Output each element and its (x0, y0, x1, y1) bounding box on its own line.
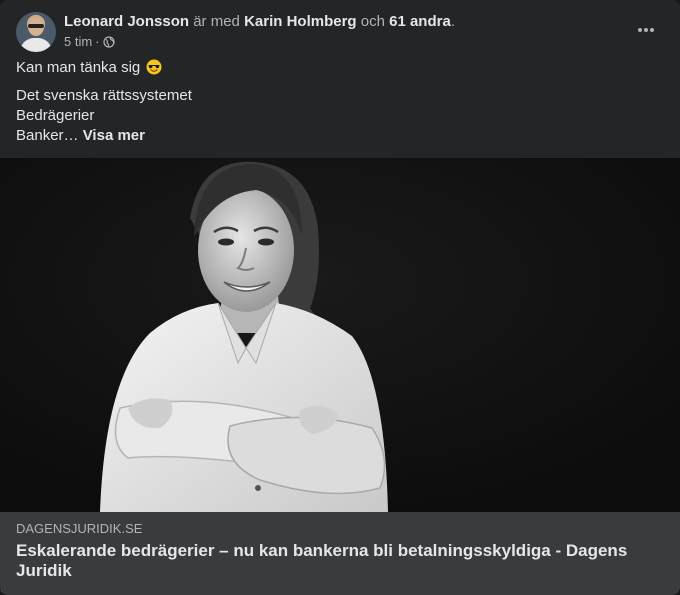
post-text-line1: Kan man tänka sig (16, 59, 141, 76)
focus-indicator (0, 591, 2, 595)
more-options-icon[interactable] (632, 20, 660, 40)
post-meta: 5 tim · (64, 34, 115, 50)
link-title[interactable]: Eskalerande bedrägerier – nu kan bankern… (16, 541, 656, 581)
globe-icon[interactable] (102, 36, 115, 48)
post-text: Kan man tänka sig Det svenska rättssyste… (16, 58, 664, 146)
period-text: . (450, 13, 455, 30)
avatar-shirt (20, 38, 52, 52)
link-preview-image[interactable] (0, 158, 680, 512)
smiling-face-with-sunglasses-icon (146, 59, 162, 75)
avatar-sunglasses (28, 24, 44, 28)
and-text: och (360, 13, 385, 30)
post-text-line: Kan man tänka sig (16, 58, 664, 78)
post-attribution: Leonard Jonsson är med Karin Holmberg oc… (64, 12, 455, 32)
meta-separator: · (95, 34, 100, 49)
portrait-photo (0, 158, 680, 512)
post-text-line2: Det svenska rättssystemet (16, 87, 192, 104)
author-name-link[interactable]: Leonard Jonsson (64, 13, 189, 30)
post-header: Leonard Jonsson är med Karin Holmberg oc… (16, 12, 664, 52)
post-text-line4: Banker… (16, 127, 79, 144)
author-avatar[interactable] (16, 12, 56, 52)
tagged-person-link[interactable]: Karin Holmberg (244, 13, 357, 30)
link-preview-card[interactable]: DAGENSJURIDIK.SE Eskalerande bedrägerier… (0, 512, 680, 595)
see-more-link[interactable]: Visa mer (83, 127, 145, 144)
post-timestamp[interactable]: 5 tim (64, 34, 92, 50)
with-text: är med (193, 13, 240, 30)
post-text-line: Banker… Visa mer (16, 126, 664, 146)
link-domain: DAGENSJURIDIK.SE (16, 521, 143, 536)
feed-post: Leonard Jonsson är med Karin Holmberg oc… (0, 0, 680, 595)
others-link[interactable]: 61 andra (389, 13, 451, 30)
post-text-line3: Bedrägerier (16, 107, 95, 124)
